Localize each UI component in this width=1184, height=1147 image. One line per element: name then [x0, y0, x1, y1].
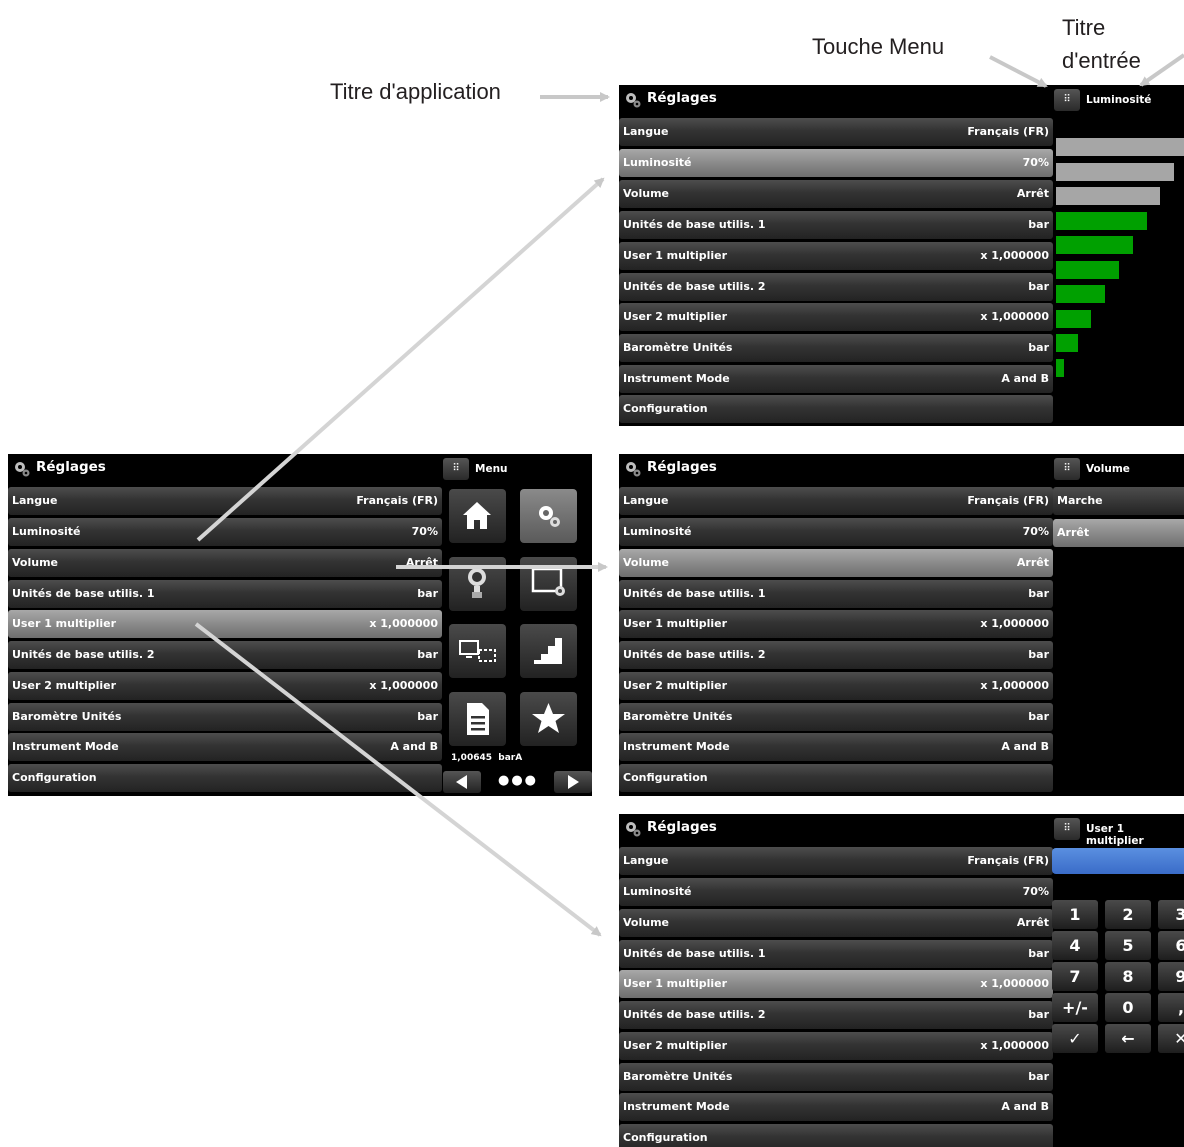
- arrow-to-brightness: [196, 177, 605, 542]
- arrow-to-multiplier: [194, 622, 602, 937]
- arrow-entry-title: [1139, 53, 1184, 87]
- arrow-menu-key: [989, 55, 1048, 88]
- callout-arrows: [194, 53, 1184, 937]
